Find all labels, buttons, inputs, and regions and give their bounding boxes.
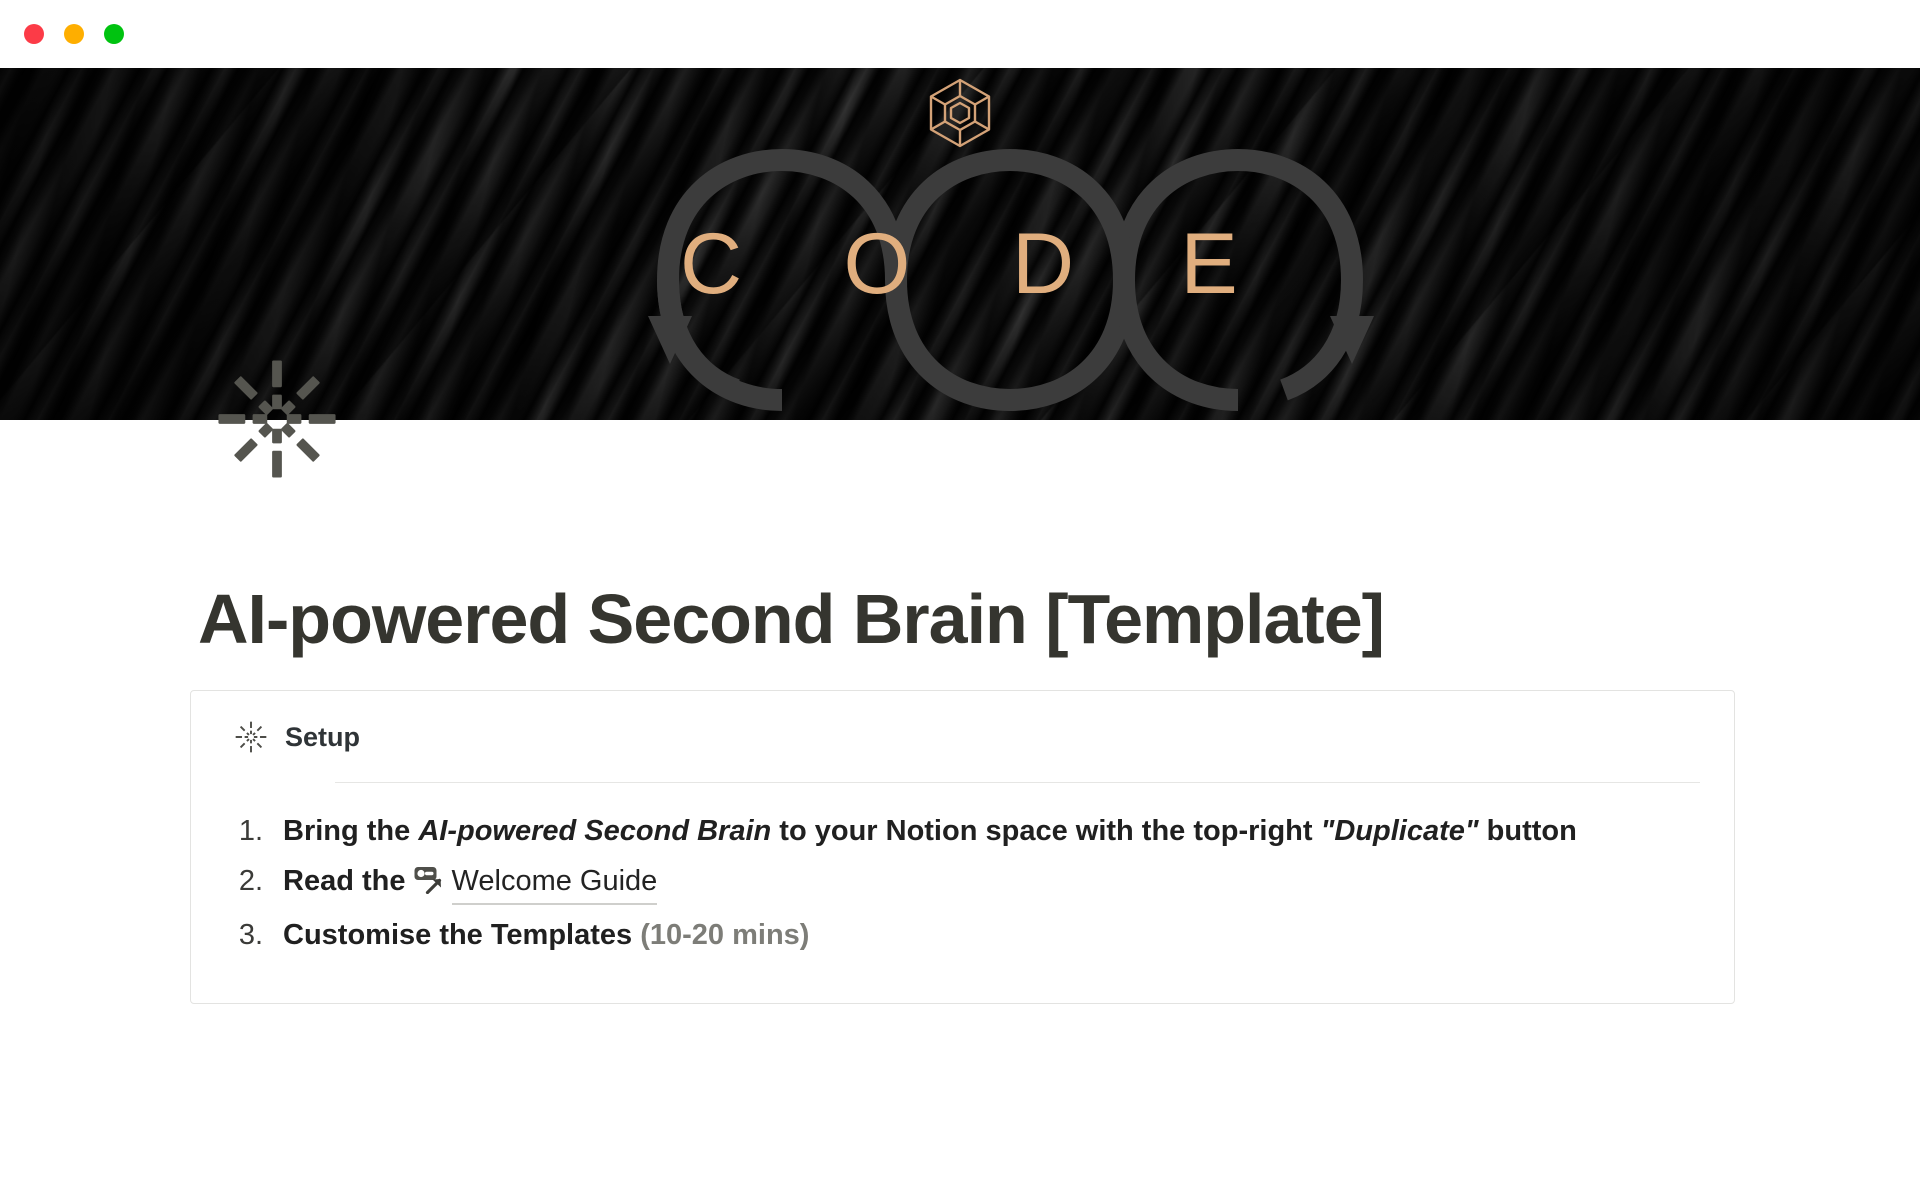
traffic-light-controls bbox=[24, 24, 124, 44]
code-loop-path bbox=[657, 148, 1364, 412]
minimize-window-button[interactable] bbox=[64, 24, 84, 44]
window-titlebar bbox=[0, 0, 1920, 68]
sunburst-icon[interactable] bbox=[216, 358, 338, 480]
list-item: 3. Customise the Templates (10-20 mins) bbox=[225, 915, 1700, 955]
step1-emphasis-brain: AI-powered Second Brain bbox=[418, 815, 772, 847]
welcome-guide-link-label: Welcome Guide bbox=[451, 861, 658, 906]
step-number: 2. bbox=[238, 865, 263, 898]
sunburst-icon bbox=[235, 721, 267, 753]
app-window: C O D E CAPTURE ORGANISE DISTILL EXPRESS bbox=[0, 0, 1920, 1200]
step1-part5: button bbox=[1478, 815, 1577, 847]
maximize-window-button[interactable] bbox=[104, 24, 124, 44]
step-text: Bring the AI-powered Second Brain to you… bbox=[283, 811, 1577, 851]
callout-title: Setup bbox=[285, 721, 361, 752]
step1-part3: to your Notion space with the top-right bbox=[771, 815, 1321, 847]
setup-callout: Setup 1. Bring the AI-powered Second Bra… bbox=[190, 690, 1735, 1005]
setup-steps-list: 1. Bring the AI-powered Second Brain to … bbox=[225, 811, 1700, 955]
step-number: 3. bbox=[238, 919, 263, 952]
callout-header: Setup bbox=[225, 721, 1700, 753]
hexagon-logo-icon bbox=[929, 78, 991, 148]
step1-emphasis-duplicate: "Duplicate" bbox=[1320, 815, 1479, 847]
page-mention-icon bbox=[414, 867, 441, 895]
step2-part1: Read the bbox=[283, 865, 414, 898]
callout-divider bbox=[335, 782, 1700, 783]
step-text: Customise the Templates (10-20 mins) bbox=[283, 915, 809, 955]
step-text: Read the Welcome Guide bbox=[283, 861, 658, 906]
step3-part1: Customise the Templates bbox=[283, 919, 641, 952]
welcome-guide-link[interactable]: Welcome Guide bbox=[414, 861, 658, 906]
step3-duration: (10-20 mins) bbox=[640, 919, 810, 952]
list-item: 2. Read the Welcome Guide bbox=[225, 861, 1700, 906]
close-window-button[interactable] bbox=[24, 24, 44, 44]
step1-part1: Bring the bbox=[283, 815, 419, 847]
page-title: AI-powered Second Brain [Template] bbox=[198, 580, 1385, 658]
step-number: 1. bbox=[238, 815, 263, 847]
list-item: 1. Bring the AI-powered Second Brain to … bbox=[225, 811, 1700, 851]
